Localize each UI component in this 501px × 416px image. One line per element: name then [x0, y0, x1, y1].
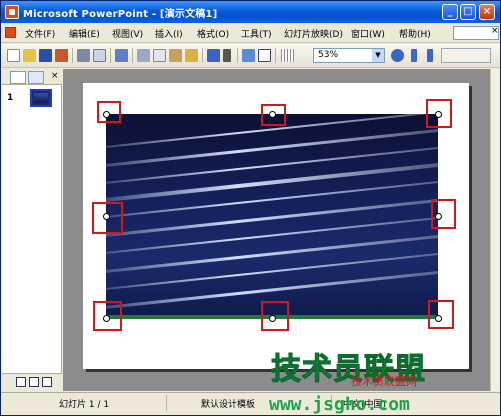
highlight-box: [426, 99, 452, 128]
highlight-box: [261, 301, 289, 331]
title-bar[interactable]: Microsoft PowerPoint - [演示文稿1] _ □ ×: [1, 1, 500, 23]
status-slide-count: 幻灯片 1 / 1: [59, 400, 110, 410]
open-icon[interactable]: [23, 49, 36, 62]
slide-sorter-icon[interactable]: [29, 377, 39, 387]
grid-icon[interactable]: [281, 49, 294, 62]
document-icon[interactable]: [5, 27, 16, 38]
menu-file[interactable]: 文件(F): [25, 27, 55, 40]
normal-view-icon[interactable]: [16, 377, 26, 387]
menu-bar: 文件(F) 编辑(E) 视图(V) 插入(I) 格式(O) 工具(T) 幻灯片放…: [1, 23, 500, 43]
close-button[interactable]: ×: [479, 4, 495, 20]
powerpoint-window: Microsoft PowerPoint - [演示文稿1] _ □ × 文件(…: [0, 0, 501, 416]
menu-slideshow[interactable]: 幻灯片放映(D): [284, 27, 343, 40]
menu-insert[interactable]: 插入(I): [155, 27, 183, 40]
print-preview-icon[interactable]: [93, 49, 106, 62]
light-streak: [106, 232, 438, 275]
slide-thumbnail[interactable]: [30, 89, 52, 107]
toolbar-separator: [72, 48, 73, 63]
highlight-box: [261, 104, 286, 126]
font-combo[interactable]: [441, 48, 491, 63]
highlight-box: [93, 301, 122, 331]
pane-close-icon[interactable]: ×: [51, 71, 59, 81]
new-icon[interactable]: [7, 49, 20, 62]
table-icon[interactable]: [258, 49, 271, 62]
toolbar-separator: [202, 48, 203, 63]
menu-window[interactable]: 窗口(W): [351, 27, 385, 40]
menu-view[interactable]: 视图(V): [112, 27, 143, 40]
powerpoint-app-icon[interactable]: [5, 5, 19, 19]
watermark-url: www.jsgho.com: [269, 394, 410, 415]
pane-tabs: ×: [2, 69, 62, 85]
highlight-box: [92, 202, 123, 234]
view-buttons: [2, 373, 62, 391]
copy-icon[interactable]: [153, 49, 166, 62]
status-design-template: 默认设计模板: [201, 400, 256, 410]
highlight-box: [431, 199, 456, 229]
tab-slides[interactable]: [28, 71, 44, 84]
slides-pane: × 1: [2, 69, 62, 391]
paste-icon[interactable]: [169, 49, 182, 62]
help-icon[interactable]: [391, 49, 404, 62]
light-streak: [106, 178, 438, 220]
toolbar-separator: [132, 48, 133, 63]
menu-help[interactable]: 帮助(H): [399, 27, 431, 40]
maximize-button[interactable]: □: [460, 4, 476, 20]
undo-dropdown-icon[interactable]: [223, 49, 231, 62]
status-bar: 幻灯片 1 / 1 默认设计模板 中文(中国): [1, 392, 500, 415]
document-close-icon[interactable]: ×: [491, 26, 499, 36]
tab-outline[interactable]: [10, 71, 26, 84]
light-streak: [106, 196, 438, 239]
slide-number: 1: [7, 93, 14, 103]
format-painter-icon[interactable]: [185, 49, 198, 62]
zoom-select[interactable]: 53% ▼: [313, 48, 385, 63]
cut-icon[interactable]: [137, 49, 150, 62]
minimize-button[interactable]: _: [442, 4, 458, 20]
window-title: Microsoft PowerPoint - [演示文稿1]: [23, 9, 218, 20]
save-icon[interactable]: [39, 49, 52, 62]
chevron-down-icon[interactable]: ▼: [372, 49, 384, 62]
light-streak: [106, 214, 438, 256]
undo-icon[interactable]: [207, 49, 220, 62]
slide-editing-area: [63, 69, 490, 391]
status-separator: [166, 395, 167, 411]
highlight-box: [428, 300, 454, 329]
light-streak: [106, 250, 438, 292]
slideshow-icon[interactable]: [42, 377, 52, 387]
permission-icon[interactable]: [55, 49, 68, 62]
print-icon[interactable]: [77, 49, 90, 62]
slide-background-picture[interactable]: [106, 114, 438, 319]
slide-canvas[interactable]: [83, 83, 469, 369]
toolbar-separator: [275, 48, 276, 63]
spelling-icon[interactable]: [115, 49, 128, 62]
standard-toolbar: 53% ▼: [1, 44, 500, 68]
menu-tools[interactable]: 工具(T): [241, 27, 272, 40]
vertical-scrollbar[interactable]: [490, 69, 500, 391]
highlight-box: [97, 101, 121, 123]
chart-icon[interactable]: [242, 49, 255, 62]
toolbar-separator: [110, 48, 111, 63]
watermark-subtitle: 技术员联盟网: [351, 375, 417, 388]
toolbar-grip-icon[interactable]: [427, 49, 433, 62]
toolbar-options-icon[interactable]: [411, 49, 417, 62]
light-streak: [106, 126, 438, 169]
menu-format[interactable]: 格式(O): [197, 27, 229, 40]
menu-edit[interactable]: 编辑(E): [69, 27, 100, 40]
zoom-value: 53%: [318, 50, 339, 60]
toolbar-separator: [237, 48, 238, 63]
